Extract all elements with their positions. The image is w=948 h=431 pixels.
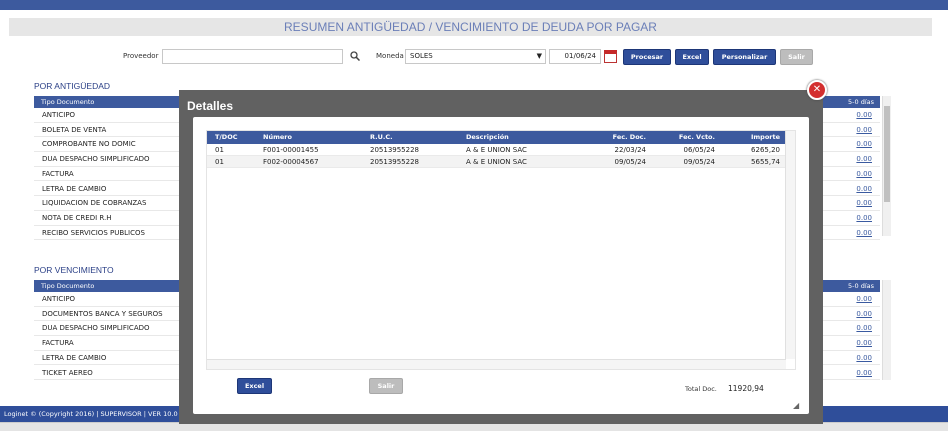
- horizontal-scrollbar[interactable]: [207, 359, 786, 369]
- descripcion-cell: A & E UNION SAC: [466, 158, 527, 166]
- tipo-documento-cell: NOTA DE CREDI R.H: [42, 213, 112, 222]
- amount-link[interactable]: 0.00: [856, 307, 872, 321]
- fec-doc-cell: 09/05/24: [614, 158, 646, 166]
- col-numero: Número: [263, 133, 292, 141]
- col-descripcion: Descripción: [466, 133, 509, 141]
- ruc-cell: 20513955228: [370, 146, 419, 154]
- importe-cell: 6265,20: [751, 146, 780, 154]
- vencimiento-scrollbar[interactable]: [882, 280, 891, 380]
- amount-link[interactable]: 0.00: [856, 182, 872, 196]
- page-title: RESUMEN ANTIGÜEDAD / VENCIMIENTO DE DEUD…: [9, 18, 932, 36]
- modal-salir-button[interactable]: Salir: [369, 378, 403, 394]
- col-dias: 5-0 días: [848, 98, 874, 106]
- tipo-documento-cell: FACTURA: [42, 339, 74, 348]
- calendar-icon[interactable]: [604, 50, 617, 63]
- col-tipo-documento: Tipo Documento: [41, 282, 95, 290]
- fec-doc-cell: 22/03/24: [614, 146, 646, 154]
- proveedor-input[interactable]: [162, 49, 343, 64]
- col-tipo-documento: Tipo Documento: [41, 98, 95, 106]
- personalizar-button[interactable]: Personalizar: [713, 49, 776, 65]
- tipo-documento-cell: RECIBO SERVICIOS PUBLICOS: [42, 228, 145, 237]
- col-fec-vcto: Fec. Vcto.: [678, 133, 715, 141]
- amount-link[interactable]: 0.00: [856, 336, 872, 350]
- filter-bar: Proveedor Moneda SOLES ▼ 01/06/24 Proces…: [0, 49, 948, 65]
- modal-title: Detalles: [187, 99, 234, 113]
- moneda-select[interactable]: SOLES ▼: [405, 49, 546, 64]
- total-value: 11920,94: [728, 384, 764, 393]
- scroll-thumb[interactable]: [884, 106, 890, 202]
- tipo-documento-cell: ANTICIPO: [42, 111, 76, 119]
- fec-vcto-cell: 09/05/24: [683, 158, 715, 166]
- importe-cell: 5655,74: [751, 158, 780, 166]
- amount-link[interactable]: 0.00: [856, 351, 872, 365]
- tipo-documento-cell: FACTURA: [42, 169, 74, 178]
- col-fec-doc: Fec. Doc.: [612, 133, 646, 141]
- tipo-documento-cell: DUA DESPACHO SIMPLIFICADO: [42, 324, 150, 333]
- table-row[interactable]: 01 F002-00004567 20513955228 A & E UNION SA…: [207, 156, 786, 168]
- table-row[interactable]: 01 F001-00001455 20513955228 A & E UNION SA…: [207, 144, 786, 156]
- amount-link[interactable]: 0.00: [856, 108, 872, 122]
- tipo-documento-cell: LETRA DE CAMBIO: [42, 353, 107, 362]
- top-bar: [0, 0, 948, 10]
- proveedor-label: Proveedor: [123, 52, 159, 60]
- vencimiento-title: POR VENCIMIENTO: [34, 265, 114, 275]
- antiguedad-scrollbar[interactable]: [882, 96, 891, 236]
- detalles-modal: Detalles T/DOC Número R.U.C. Descripción…: [179, 90, 823, 424]
- detalles-table: T/DOC Número R.U.C. Descripción Fec. Doc…: [206, 130, 796, 370]
- ruc-cell: 20513955228: [370, 158, 419, 166]
- amount-link[interactable]: 0.00: [856, 167, 872, 181]
- moneda-value: SOLES: [410, 52, 433, 60]
- amount-link[interactable]: 0.00: [856, 196, 872, 210]
- col-tdoc: T/DOC: [215, 133, 238, 141]
- fec-vcto-cell: 06/05/24: [683, 146, 715, 154]
- tipo-documento-cell: DOCUMENTOS BANCA Y SEGUROS: [42, 309, 163, 318]
- salir-button[interactable]: Salir: [780, 49, 813, 65]
- amount-link[interactable]: 0.00: [856, 292, 872, 306]
- chevron-down-icon: ▼: [536, 52, 542, 60]
- numero-cell: F002-00004567: [263, 158, 319, 166]
- modal-body: T/DOC Número R.U.C. Descripción Fec. Doc…: [193, 117, 809, 414]
- amount-link[interactable]: 0.00: [856, 321, 872, 335]
- tipo-documento-cell: TICKET AEREO: [42, 368, 93, 377]
- numero-cell: F001-00001455: [263, 146, 319, 154]
- descripcion-cell: A & E UNION SAC: [466, 146, 527, 154]
- tipo-documento-cell: LIQUIDACION DE COBRANZAS: [42, 199, 147, 208]
- tipo-documento-cell: COMPROBANTE NO DOMIC: [42, 140, 136, 149]
- col-dias: 5-0 días: [848, 282, 874, 290]
- total-label: Total Doc.: [685, 385, 717, 393]
- amount-link[interactable]: 0.00: [856, 366, 872, 380]
- vertical-scrollbar[interactable]: [785, 131, 795, 359]
- antiguedad-title: POR ANTIGÜEDAD: [34, 81, 111, 91]
- moneda-label: Moneda: [376, 52, 404, 60]
- fecha-input[interactable]: 01/06/24: [549, 49, 601, 64]
- tipo-documento-cell: DUA DESPACHO SIMPLIFICADO: [42, 155, 150, 164]
- amount-link[interactable]: 0.00: [856, 123, 872, 137]
- tdoc-cell: 01: [215, 146, 224, 154]
- tipo-documento-cell: LETRA DE CAMBIO: [42, 184, 107, 193]
- search-icon[interactable]: [350, 51, 362, 63]
- modal-excel-button[interactable]: Excel: [237, 378, 272, 394]
- procesar-button[interactable]: Procesar: [623, 49, 671, 65]
- amount-link[interactable]: 0.00: [856, 226, 872, 240]
- close-icon[interactable]: ✕: [807, 80, 827, 100]
- col-importe: Importe: [750, 133, 780, 141]
- tipo-documento-cell: BOLETA DE VENTA: [42, 125, 107, 134]
- col-ruc: R.U.C.: [370, 133, 393, 141]
- resize-handle-icon[interactable]: ◢: [793, 401, 799, 410]
- amount-link[interactable]: 0.00: [856, 211, 872, 225]
- tipo-documento-cell: ANTICIPO: [42, 295, 76, 303]
- tdoc-cell: 01: [215, 158, 224, 166]
- amount-link[interactable]: 0.00: [856, 152, 872, 166]
- detalles-header: T/DOC Número R.U.C. Descripción Fec. Doc…: [207, 131, 786, 144]
- excel-button[interactable]: Excel: [675, 49, 709, 65]
- amount-link[interactable]: 0.00: [856, 137, 872, 151]
